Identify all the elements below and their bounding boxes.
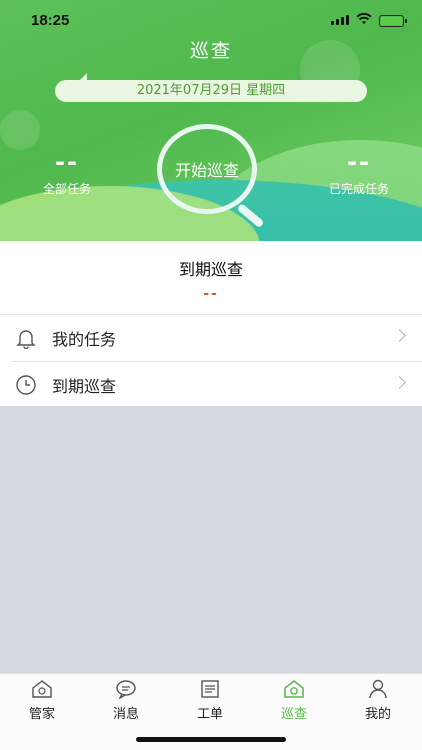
tab-label: 我的 [364,707,391,722]
tab-label: 工单 [196,707,223,722]
wifi-icon [356,13,372,24]
tab-messages[interactable]: 消息 [84,678,168,722]
all-tasks-value: -- [55,148,79,176]
person-icon [336,678,420,700]
due-patrol-value: -- [203,286,219,302]
home-indicator [136,737,286,742]
completed-tasks-value: -- [347,148,371,176]
tab-label: 消息 [112,707,139,722]
house-icon [0,678,84,700]
start-patrol-button[interactable]: 开始巡查 [157,124,265,229]
all-tasks-label: 全部任务 [42,182,91,196]
start-patrol-label: 开始巡查 [174,161,239,180]
tab-butler[interactable]: 管家 [0,678,84,722]
date-label: 2021年07月29日 星期四 [55,73,367,102]
work-order-icon [168,678,252,700]
status-time: 18:25 [31,12,70,29]
chevron-right-icon [393,376,406,389]
menu-item-due-patrol[interactable]: 到期巡查 [12,361,422,407]
signal-icon [331,15,349,25]
tab-label: 巡查 [280,707,307,722]
menu-list: 我的任务 到期巡查 [0,314,422,406]
clock-icon [13,372,39,398]
completed-tasks-stat[interactable]: -- 已完成任务 [324,150,394,197]
chevron-right-icon [393,329,406,342]
menu-item-my-tasks[interactable]: 我的任务 [0,315,422,361]
tab-work-order[interactable]: 工单 [168,678,252,722]
due-patrol-card: 到期巡查 -- [0,241,422,314]
completed-tasks-label: 已完成任务 [328,182,389,196]
all-tasks-stat[interactable]: -- 全部任务 [35,150,99,197]
patrol-icon [252,678,336,700]
menu-item-label: 我的任务 [52,330,117,349]
decorative-bubble [0,110,40,150]
menu-item-label: 到期巡查 [52,376,117,396]
chat-bubble-icon [84,678,168,700]
tab-mine[interactable]: 我的 [336,678,420,722]
tab-patrol[interactable]: 巡查 [252,678,336,722]
page-title: 巡查 [189,40,232,62]
bell-icon [13,325,39,351]
due-patrol-title: 到期巡查 [178,260,243,279]
status-bar: 18:25 [0,0,422,40]
battery-icon [379,15,407,27]
tab-label: 管家 [28,707,55,722]
